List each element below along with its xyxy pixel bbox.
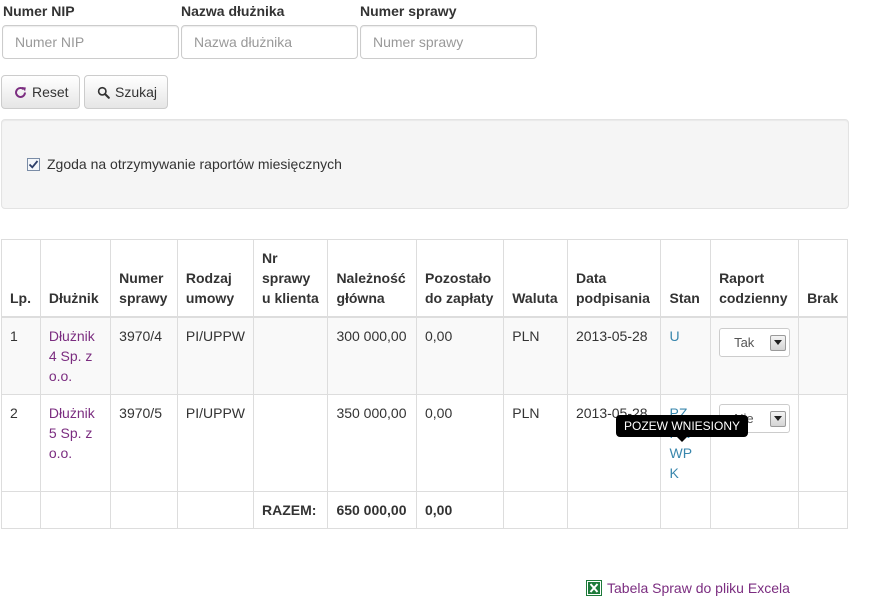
search-button-label: Szukaj [115,84,158,100]
col-header-case-number: Numer sprawy [110,239,178,318]
monthly-report-checkbox[interactable] [27,158,40,171]
col-header-missing: Brak [798,239,848,318]
export-excel-label: Tabela Spraw do pliku Excela [607,580,790,596]
cell-currency: PLN [503,394,568,492]
total-empty-cell [39,491,112,529]
col-header-principal: Należność główna [327,239,417,318]
monthly-report-consent-label: Zgoda na otrzymywanie raportów miesięczn… [47,156,342,172]
total-empty-cell [660,491,712,529]
search-button[interactable]: Szukaj [84,75,168,109]
status-tooltip-text: POZEW WNIESIONY [624,419,741,433]
cell-client-case-number [252,394,329,492]
consent-panel: Zgoda na otrzymywanie raportów miesięczn… [1,119,849,209]
total-empty-cell [503,491,568,529]
reset-button[interactable]: Reset [1,75,80,109]
total-empty-cell [566,491,662,529]
status-link[interactable]: WP [669,443,702,463]
total-label: RAZEM: [252,491,329,529]
table-header-row: Lp. Dłużnik Numer sprawy Rodzaj umowy Nr… [1,239,848,318]
col-header-remaining: Pozostało do zapłaty [415,239,505,318]
export-excel-link[interactable]: Tabela Spraw do pliku Excela [586,580,790,596]
tooltip-arrow [677,437,687,442]
col-header-debtor: Dłużnik [39,239,112,318]
col-header-client-case-number: Nr sprawy u klienta [252,239,329,318]
cell-debtor: Dłużnik 5 Sp. z o.o. [39,394,112,492]
col-header-lp: Lp. [1,239,41,318]
cell-principal: 350 000,00 [327,394,417,492]
total-empty-cell [1,491,41,529]
daily-report-select[interactable]: Tak [719,328,791,357]
total-empty-cell [798,491,848,529]
col-header-contract-type: Rodzaj umowy [176,239,255,318]
col-header-currency: Waluta [503,239,568,318]
total-principal: 650 000,00 [327,491,417,529]
total-remaining: 0,00 [415,491,505,529]
cell-lp: 1 [1,316,41,395]
table-row: 1 Dłużnik 4 Sp. z o.o. 3970/4 PI/UPPW 30… [1,316,848,395]
check-icon [28,160,39,169]
debtor-link[interactable]: Dłużnik 4 Sp. z o.o. [49,328,95,384]
reset-button-label: Reset [32,84,69,100]
col-header-status: Stan [660,239,712,318]
status-tooltip: POZEW WNIESIONY [616,415,749,442]
case-number-input[interactable] [360,25,537,59]
debtor-name-input[interactable] [181,25,358,59]
cell-client-case-number [252,316,329,395]
cell-daily-report: Tak [710,316,800,395]
total-empty-cell [176,491,255,529]
case-number-label: Numer sprawy [360,3,457,19]
status-link[interactable]: K [669,463,702,483]
excel-icon [586,580,602,596]
status-link[interactable]: U [669,326,702,346]
debtor-name-label: Nazwa dłużnika [181,3,285,19]
dropdown-arrow-icon [770,334,787,351]
cell-status: PZ PW WP K [660,394,712,492]
debtor-link[interactable]: Dłużnik 5 Sp. z o.o. [49,405,95,461]
cell-case-number: 3970/5 [110,394,178,492]
cases-table: Lp. Dłużnik Numer sprawy Rodzaj umowy Nr… [1,239,848,529]
table-row: 2 Dłużnik 5 Sp. z o.o. 3970/5 PI/UPPW 35… [1,394,848,492]
cell-contract-type: PI/UPPW [176,394,255,492]
cell-case-number: 3970/4 [110,316,178,395]
daily-report-select-value: Tak [734,334,755,350]
cell-status: U [660,316,712,395]
cell-currency: PLN [503,316,568,395]
nip-input[interactable] [2,25,179,59]
cell-daily-report: Nie [710,394,800,492]
refresh-icon [14,86,27,99]
search-icon [97,86,110,99]
nip-label: Numer NIP [3,3,75,19]
col-header-daily-report: Raport codzienny [710,239,800,318]
cell-lp: 2 [1,394,41,492]
table-total-row: RAZEM: 650 000,00 0,00 [1,491,848,529]
cell-signing-date: 2013-05-28 [566,394,662,492]
cell-remaining: 0,00 [415,394,505,492]
cell-principal: 300 000,00 [327,316,417,395]
cell-missing [798,316,848,395]
total-empty-cell [110,491,178,529]
col-header-signing-date: Data podpisania [566,239,662,318]
cell-signing-date: 2013-05-28 [566,316,662,395]
dropdown-arrow-icon [770,410,787,427]
cell-debtor: Dłużnik 4 Sp. z o.o. [39,316,112,395]
cell-remaining: 0,00 [415,316,505,395]
total-empty-cell [710,491,800,529]
cell-contract-type: PI/UPPW [176,316,255,395]
cell-missing [798,394,848,492]
